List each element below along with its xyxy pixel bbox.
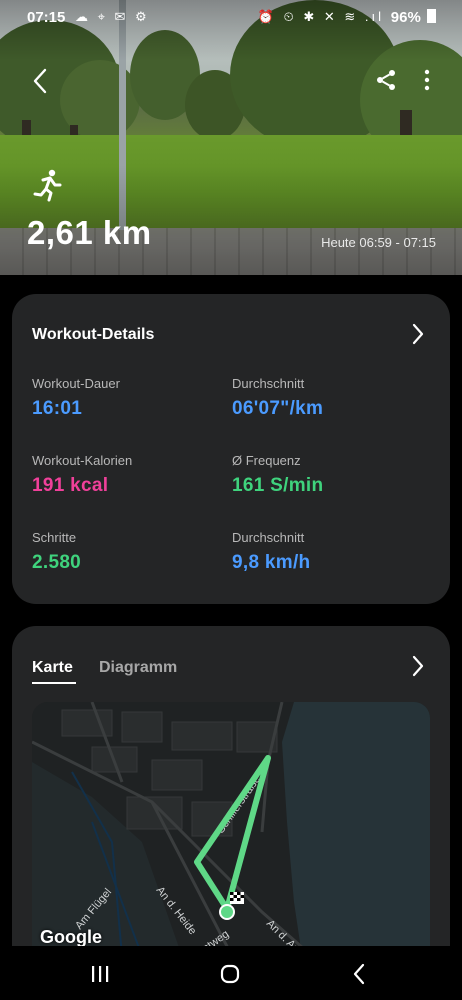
tab-chart[interactable]: Diagramm [99,659,177,677]
metric-label: Durchschnitt [232,376,305,391]
metric-label: Schritte [32,530,77,545]
metric-label: Workout-Kalorien [32,453,133,468]
metric-steps: Schritte 2.580 [32,530,81,574]
map-card: Karte Diagramm Schillerstraße An d. Heid… [12,626,450,956]
workout-date-range: Heute 06:59 - 07:15 [321,235,436,250]
battery-level: 96% [391,9,436,26]
metric-value: 2.580 [32,552,82,573]
metric-label: Workout-Dauer [32,376,120,391]
metric-label: Durchschnitt [232,530,305,545]
more-vert-icon[interactable] [420,68,434,92]
metric-value: 16:01 [32,398,83,419]
google-attribution: Google [40,927,102,947]
tab-map[interactable]: Karte [32,659,73,677]
metric-average-pace: Durchschnitt 06'07"/km [232,376,323,420]
route-start-marker [219,904,235,920]
metric-value: 191 kcal [32,475,109,496]
metric-label: Ø Frequenz [232,453,301,468]
nav-back-icon[interactable] [352,963,366,985]
map-canvas: Schillerstraße An d. Heide Am Flügel An … [32,702,430,956]
battery-icon [427,9,436,23]
metric-value: 9,8 km/h [232,552,311,573]
metric-duration: Workout-Dauer 16:01 [32,376,120,420]
battery-percent: 96% [390,9,421,26]
running-icon [33,169,62,202]
route-map[interactable]: Schillerstraße An d. Heide Am Flügel An … [32,702,430,956]
chevron-right-icon[interactable] [410,322,426,346]
status-time: 07:15 [27,9,66,26]
back-arrow-icon[interactable] [28,66,54,96]
workout-details-card[interactable]: Workout-Details Workout-Dauer 16:01 Durc… [12,294,450,604]
metric-value: 161 S/min [232,475,324,496]
share-icon[interactable] [374,68,398,92]
home-icon[interactable] [220,964,240,984]
workout-details-title: Workout-Details [32,326,155,343]
workout-distance: 2,61 km [27,214,152,251]
metric-calories: Workout-Kalorien 191 kcal [32,453,132,497]
tab-active-indicator [32,682,76,684]
system-navigation-bar [0,946,462,1000]
metric-average-speed: Durchschnitt 9,8 km/h [232,530,310,574]
route-finish-flag-icon [230,892,244,904]
system-status-icons: ⏰ ⏲ ✱ ✕ ≋ .ıl [257,9,384,24]
recent-apps-icon[interactable] [90,965,110,983]
notification-icons: ☁ ⌖ ✉ ⚙ [75,9,150,24]
metric-value: 06'07"/km [232,398,324,419]
metric-cadence: Ø Frequenz 161 S/min [232,453,323,497]
top-navigation [0,58,462,102]
chevron-right-icon[interactable] [410,654,426,678]
status-bar: 07:15 ☁ ⌖ ✉ ⚙ ⏰ ⏲ ✱ ✕ ≋ .ıl 96% [0,0,462,36]
